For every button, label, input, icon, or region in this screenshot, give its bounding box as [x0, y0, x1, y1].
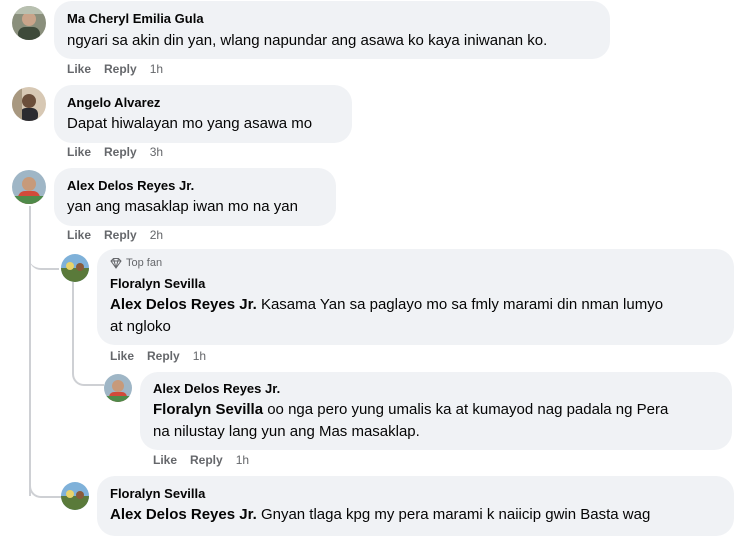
comment-text-line: at ngloko — [110, 318, 171, 335]
thread-connector — [29, 250, 59, 270]
comment-text-line: Gnyan tlaga kpg my pera marami k naiicip… — [260, 506, 651, 523]
comment-timestamp[interactable]: 1h — [193, 349, 206, 363]
reply-button[interactable]: Reply — [147, 349, 180, 363]
reply-button[interactable]: Reply — [104, 228, 137, 242]
like-button[interactable]: Like — [110, 349, 134, 363]
comment-timestamp[interactable]: 2h — [150, 228, 163, 242]
comment-text: Dapat hiwalayan mo yang asawa mo — [67, 115, 313, 132]
diamond-icon — [110, 257, 122, 269]
thread-line — [72, 282, 74, 367]
top-fan-label: Top fan — [126, 257, 163, 269]
comment-author[interactable]: Floralyn Sevilla — [110, 276, 205, 291]
comment-bubble: Ma Cheryl Emilia Gula ngyari sa akin din… — [54, 1, 610, 59]
reply-button[interactable]: Reply — [104, 145, 137, 159]
mention-tag[interactable]: Alex Delos Reyes Jr. — [110, 506, 257, 523]
avatar[interactable] — [61, 254, 89, 282]
like-button[interactable]: Like — [153, 453, 177, 467]
avatar[interactable] — [12, 87, 46, 121]
like-button[interactable]: Like — [67, 228, 91, 242]
avatar[interactable] — [104, 374, 132, 402]
avatar[interactable] — [61, 482, 89, 510]
comment-actions: Like Reply 3h — [67, 145, 163, 159]
comment-text-line: oo nga pero yung umalis ka at kumayod na… — [267, 401, 669, 418]
comment-bubble: Angelo Alvarez Dapat hiwalayan mo yang a… — [54, 85, 352, 143]
comment-text-line: na nilustay lang yun ang Mas masaklap. — [153, 423, 420, 440]
comment-text: Alex Delos Reyes Jr. Kasama Yan sa pagla… — [110, 294, 663, 316]
comment-text: Alex Delos Reyes Jr. Gnyan tlaga kpg my … — [110, 504, 650, 526]
avatar[interactable] — [12, 170, 46, 204]
comment-text: yan ang masaklap iwan mo na yan — [67, 198, 298, 215]
comment-timestamp[interactable]: 1h — [236, 453, 249, 467]
comment-text: Floralyn Sevilla oo nga pero yung umalis… — [153, 399, 668, 421]
comment-author[interactable]: Alex Delos Reyes Jr. — [67, 178, 194, 193]
comment-author[interactable]: Angelo Alvarez — [67, 95, 160, 110]
comment-author[interactable]: Alex Delos Reyes Jr. — [153, 381, 280, 396]
comment-author[interactable]: Ma Cheryl Emilia Gula — [67, 11, 204, 26]
comment-actions: Like Reply 1h — [67, 62, 163, 76]
comment-text: ngyari sa akin din yan, wlang napundar a… — [67, 32, 548, 49]
reply-button[interactable]: Reply — [104, 62, 137, 76]
thread-connector — [29, 480, 61, 498]
avatar[interactable] — [12, 6, 46, 40]
comment-bubble: Alex Delos Reyes Jr. yan ang masaklap iw… — [54, 168, 336, 226]
thread-connector — [72, 366, 104, 386]
comment-text-line: Kasama Yan sa paglayo mo sa fmly marami … — [260, 296, 664, 313]
reply-button[interactable]: Reply — [190, 453, 223, 467]
comment-timestamp[interactable]: 1h — [150, 62, 163, 76]
comment-actions: Like Reply 2h — [67, 228, 163, 242]
comment-author[interactable]: Floralyn Sevilla — [110, 486, 205, 501]
thread-line — [29, 266, 31, 496]
comment-actions: Like Reply 1h — [110, 349, 206, 363]
like-button[interactable]: Like — [67, 62, 91, 76]
reply-bubble: Floralyn Sevilla Alex Delos Reyes Jr. Gn… — [97, 476, 734, 536]
top-fan-badge: Top fan — [110, 257, 162, 269]
like-button[interactable]: Like — [67, 145, 91, 159]
reply-bubble: Alex Delos Reyes Jr. Floralyn Sevilla oo… — [140, 372, 732, 450]
mention-tag[interactable]: Floralyn Sevilla — [153, 401, 263, 418]
comment-actions: Like Reply 1h — [153, 453, 249, 467]
comment-timestamp[interactable]: 3h — [150, 145, 163, 159]
mention-tag[interactable]: Alex Delos Reyes Jr. — [110, 296, 257, 313]
reply-bubble: Top fan Floralyn Sevilla Alex Delos Reye… — [97, 249, 734, 345]
